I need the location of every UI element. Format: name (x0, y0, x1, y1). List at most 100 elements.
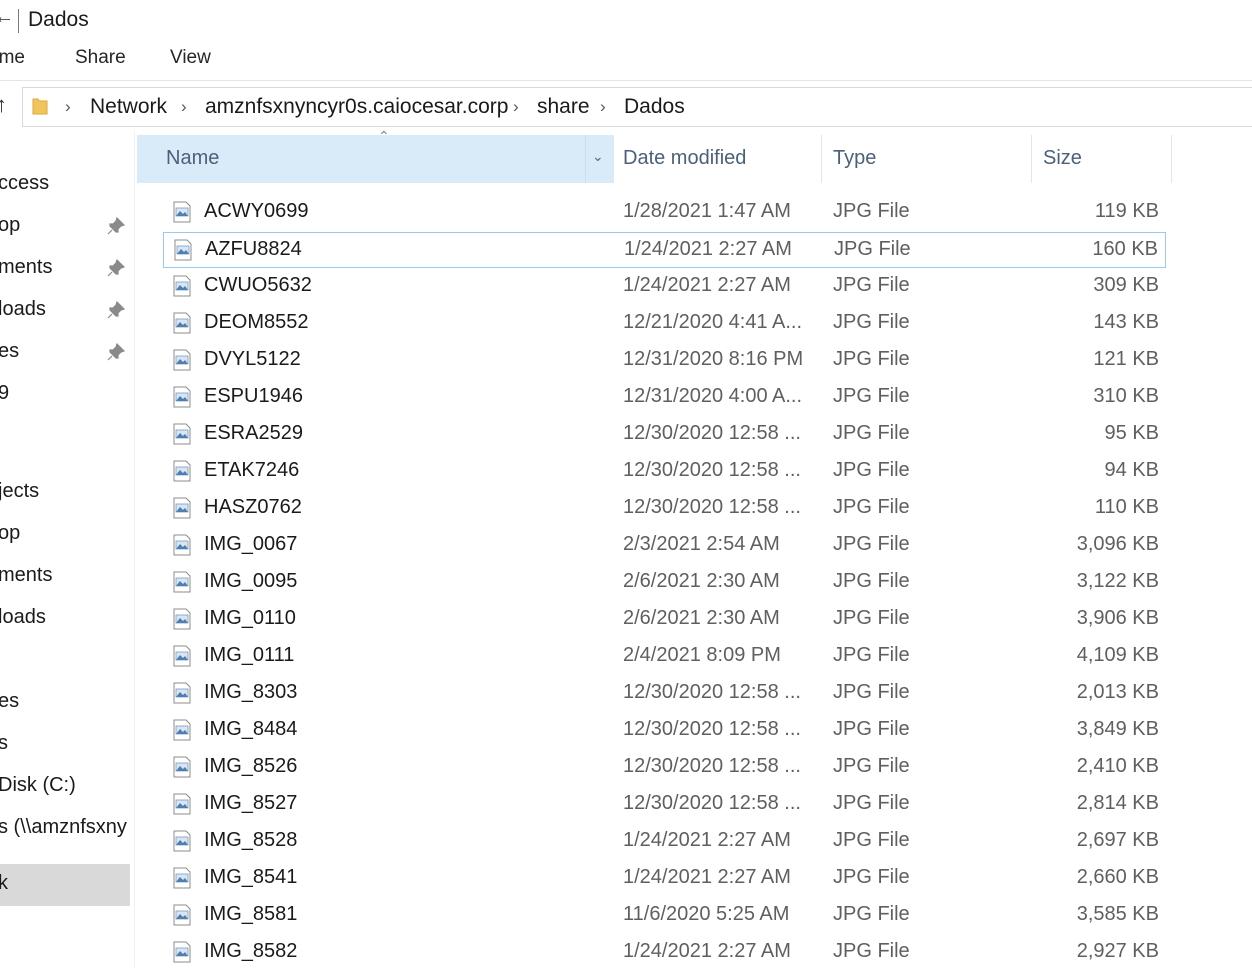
image-file-icon (173, 941, 191, 963)
file-row[interactable]: AZFU8824 1/24/2021 2:27 AM JPG File 160 KB (163, 232, 1166, 268)
sidebar-item-label: ments (0, 564, 53, 586)
sidebar-item[interactable]: 9 (0, 376, 134, 416)
breadcrumb-share[interactable]: share (537, 95, 590, 119)
column-divider[interactable] (1171, 135, 1172, 183)
file-row[interactable]: IMG_8581 11/6/2020 5:25 AM JPG File 3,585 K… (163, 898, 1166, 934)
file-row[interactable]: IMG_0067 2/3/2021 2:54 AM JPG File 3,096 KB (163, 528, 1166, 564)
sidebar-item[interactable] (0, 642, 134, 682)
column-header-name-label: Name (166, 147, 220, 169)
file-name: IMG_8484 (204, 718, 298, 740)
file-name: IMG_8303 (204, 681, 298, 703)
file-row[interactable]: IMG_0110 2/6/2021 2:30 AM JPG File 3,906 KB (163, 602, 1166, 638)
sidebar-item[interactable]: es (0, 684, 134, 724)
file-name: ESPU1946 (204, 385, 303, 407)
file-row[interactable]: IMG_8527 12/30/2020 12:58 ... JPG File 2,81… (163, 787, 1166, 823)
file-name: IMG_8581 (204, 903, 298, 925)
pin-icon[interactable] (106, 300, 126, 320)
file-size: 3,849 KB (1076, 718, 1159, 740)
file-row[interactable]: CWUO5632 1/24/2021 2:27 AM JPG File 309 KB (163, 269, 1166, 305)
file-type: JPG File (833, 792, 910, 814)
tab-view[interactable]: View (170, 47, 211, 69)
chevron-right-icon[interactable]: › (600, 97, 606, 117)
sidebar-item[interactable] (0, 418, 134, 458)
file-name: DEOM8552 (204, 311, 309, 333)
file-date-modified: 1/24/2021 2:27 AM (623, 829, 791, 851)
file-row[interactable]: ACWY0699 1/28/2021 1:47 AM JPG File 119 KB (163, 195, 1166, 231)
file-size: 2,927 KB (1076, 940, 1159, 962)
file-date-modified: 12/30/2020 12:58 ... (623, 459, 801, 481)
chevron-right-icon[interactable]: › (181, 97, 187, 117)
back-arrow-icon[interactable]: ← (0, 6, 14, 29)
file-date-modified: 1/24/2021 2:27 AM (623, 866, 791, 888)
chevron-right-icon[interactable]: › (65, 97, 71, 117)
tab-share[interactable]: Share (75, 47, 126, 69)
file-row[interactable]: ETAK7246 12/30/2020 12:58 ... JPG File 94 K… (163, 454, 1166, 490)
file-row[interactable]: IMG_8303 12/30/2020 12:58 ... JPG File 2,01… (163, 676, 1166, 712)
breadcrumb-server[interactable]: amznfsxnyncyr0s.caiocesar.corp (205, 95, 508, 119)
file-row[interactable]: IMG_8528 1/24/2021 2:27 AM JPG File 2,697 K… (163, 824, 1166, 860)
sidebar-item[interactable]: es (0, 334, 134, 374)
file-date-modified: 11/6/2020 5:25 AM (623, 903, 790, 925)
sidebar-item[interactable]: loads (0, 292, 134, 332)
sidebar-item-label: op (0, 522, 21, 544)
file-date-modified: 2/6/2021 2:30 AM (623, 607, 780, 629)
image-file-icon (173, 312, 191, 334)
sidebar-item-label: s (0, 732, 8, 755)
sidebar-item-label: es (0, 690, 20, 712)
file-name: ESRA2529 (204, 422, 303, 444)
sidebar-item[interactable]: ments (0, 558, 134, 598)
address-bar[interactable]: › Network › amznfsxnyncyr0s.caiocesar.co… (22, 87, 1252, 127)
file-row[interactable]: HASZ0762 12/30/2020 12:58 ... JPG File 110 … (163, 491, 1166, 527)
sidebar-item[interactable]: Disk (C:) (0, 768, 134, 808)
breadcrumb-network[interactable]: Network (90, 95, 167, 119)
file-date-modified: 12/30/2020 12:58 ... (623, 755, 801, 777)
file-row[interactable]: DVYL5122 12/31/2020 8:16 PM JPG File 121 KB (163, 343, 1166, 379)
sidebar-item[interactable]: jects (0, 474, 134, 514)
file-row[interactable]: IMG_0095 2/6/2021 2:30 AM JPG File 3,122 KB (163, 565, 1166, 601)
column-header-name[interactable]: Name (137, 135, 585, 183)
sidebar-item[interactable]: op (0, 208, 134, 248)
column-header-type[interactable]: Type (822, 135, 1031, 183)
file-date-modified: 1/24/2021 2:27 AM (623, 274, 791, 296)
file-date-modified: 12/30/2020 12:58 ... (623, 718, 801, 740)
column-header-date[interactable]: Date modified (614, 135, 821, 183)
file-row[interactable]: IMG_8484 12/30/2020 12:58 ... JPG File 3,84… (163, 713, 1166, 749)
file-row[interactable]: IMG_8582 1/24/2021 2:27 AM JPG File 2,927 K… (163, 935, 1166, 971)
address-row: ↑ › Network › amznfsxnyncyr0s.caiocesar.… (0, 81, 1252, 131)
chevron-right-icon[interactable]: › (513, 97, 519, 117)
sidebar-item[interactable]: ccess (0, 166, 134, 206)
image-file-icon (173, 904, 191, 926)
column-header-type-label: Type (833, 147, 877, 169)
sidebar-item[interactable]: k (0, 864, 130, 906)
file-name: IMG_8527 (204, 792, 298, 814)
column-header-date-label: Date modified (623, 147, 747, 169)
sidebar-item[interactable]: ments (0, 250, 134, 290)
pin-icon[interactable] (106, 216, 126, 236)
sidebar-item[interactable]: op (0, 516, 134, 556)
sidebar-item[interactable]: loads (0, 600, 134, 640)
file-type: JPG File (833, 607, 910, 629)
title-separator (18, 9, 19, 33)
file-row[interactable]: ESPU1946 12/31/2020 4:00 A... JPG File 310 … (163, 380, 1166, 416)
file-row[interactable]: IMG_8541 1/24/2021 2:27 AM JPG File 2,660 K… (163, 861, 1166, 897)
up-arrow-icon[interactable]: ↑ (0, 92, 7, 118)
sidebar-item-label: loads (0, 298, 46, 320)
pin-icon[interactable] (106, 342, 126, 362)
column-header-size[interactable]: Size (1032, 135, 1171, 183)
file-row[interactable]: ESRA2529 12/30/2020 12:58 ... JPG File 95 K… (163, 417, 1166, 453)
file-size: 160 KB (1092, 238, 1158, 260)
file-size: 2,697 KB (1076, 829, 1159, 851)
image-file-icon (173, 867, 191, 889)
file-row[interactable]: IMG_8526 12/30/2020 12:58 ... JPG File 2,41… (163, 750, 1166, 786)
file-date-modified: 12/30/2020 12:58 ... (623, 792, 801, 814)
image-file-icon (173, 719, 191, 741)
file-date-modified: 1/24/2021 2:27 AM (624, 238, 792, 260)
sidebar-item[interactable]: s (\\amznfsxny (0, 810, 134, 850)
pin-icon[interactable] (106, 258, 126, 278)
breadcrumb-dados[interactable]: Dados (624, 95, 685, 119)
sidebar-item[interactable]: s (0, 726, 134, 766)
tab-home[interactable]: ome (0, 47, 25, 69)
file-type: JPG File (833, 829, 910, 851)
file-row[interactable]: DEOM8552 12/21/2020 4:41 A... JPG File 143 … (163, 306, 1166, 342)
file-row[interactable]: IMG_0111 2/4/2021 8:09 PM JPG File 4,109 KB (163, 639, 1166, 675)
